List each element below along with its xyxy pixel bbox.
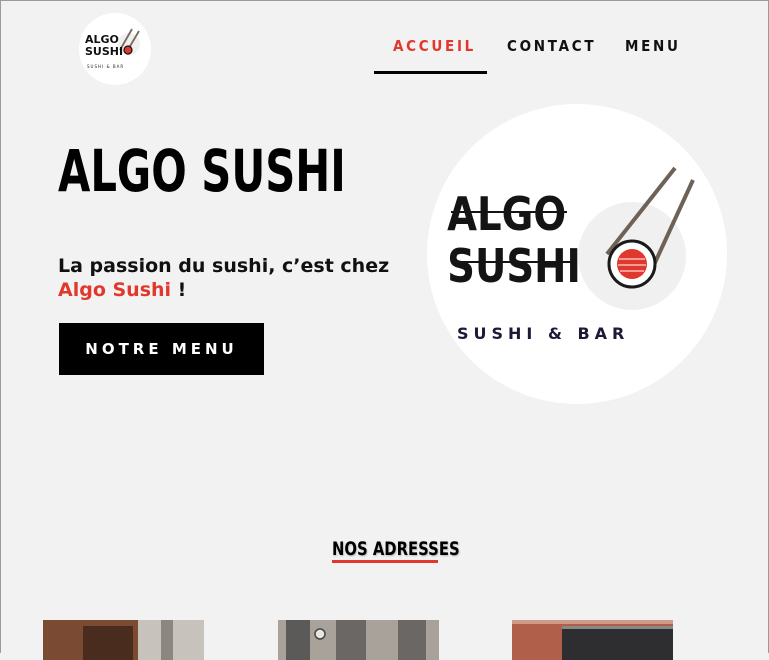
nav-menu[interactable]: MENU	[625, 37, 681, 55]
address-photo-2[interactable]	[278, 620, 439, 660]
address-photo-3[interactable]	[512, 620, 673, 660]
storefront-photo-icon	[512, 620, 673, 660]
storefront-photo-icon	[43, 620, 204, 660]
big-logo-line2: SUSHI	[447, 241, 581, 294]
sushi-logo-icon: ALGO SUSHI SUSHI & BAR	[85, 28, 140, 69]
tagline-suffix: !	[171, 279, 187, 301]
hero-logo: ALGO SUSHI SUSHI & BAR	[427, 104, 727, 404]
logo-sub: SUSHI & BAR	[87, 64, 124, 69]
nav-accueil[interactable]: ACCUEIL	[393, 37, 476, 55]
addresses-title: NOS ADRESSES	[332, 538, 460, 560]
address-photo-1[interactable]	[43, 620, 204, 660]
logo-line2: SUSHI	[85, 45, 123, 58]
hero-tagline: La passion du sushi, c’est chez Algo Sus…	[58, 254, 398, 302]
big-logo-line1: ALGO	[447, 189, 566, 242]
nav-active-underline	[374, 71, 487, 74]
addresses-title-underline	[332, 560, 438, 563]
big-logo-sub: SUSHI & BAR	[457, 324, 629, 343]
tagline-brand: Algo Sushi	[58, 279, 172, 301]
sushi-chopsticks-icon: ALGO SUSHI SUSHI & BAR	[447, 166, 695, 343]
nav-contact[interactable]: CONTACT	[507, 37, 596, 55]
storefront-photo-icon	[278, 620, 439, 660]
tagline-text: La passion du sushi, c’est chez	[58, 255, 390, 277]
header-logo[interactable]: ALGO SUSHI SUSHI & BAR	[79, 13, 151, 85]
hero-title: ALGO SUSHI	[58, 137, 346, 205]
menu-cta-button[interactable]: NOTRE MENU	[59, 323, 264, 375]
